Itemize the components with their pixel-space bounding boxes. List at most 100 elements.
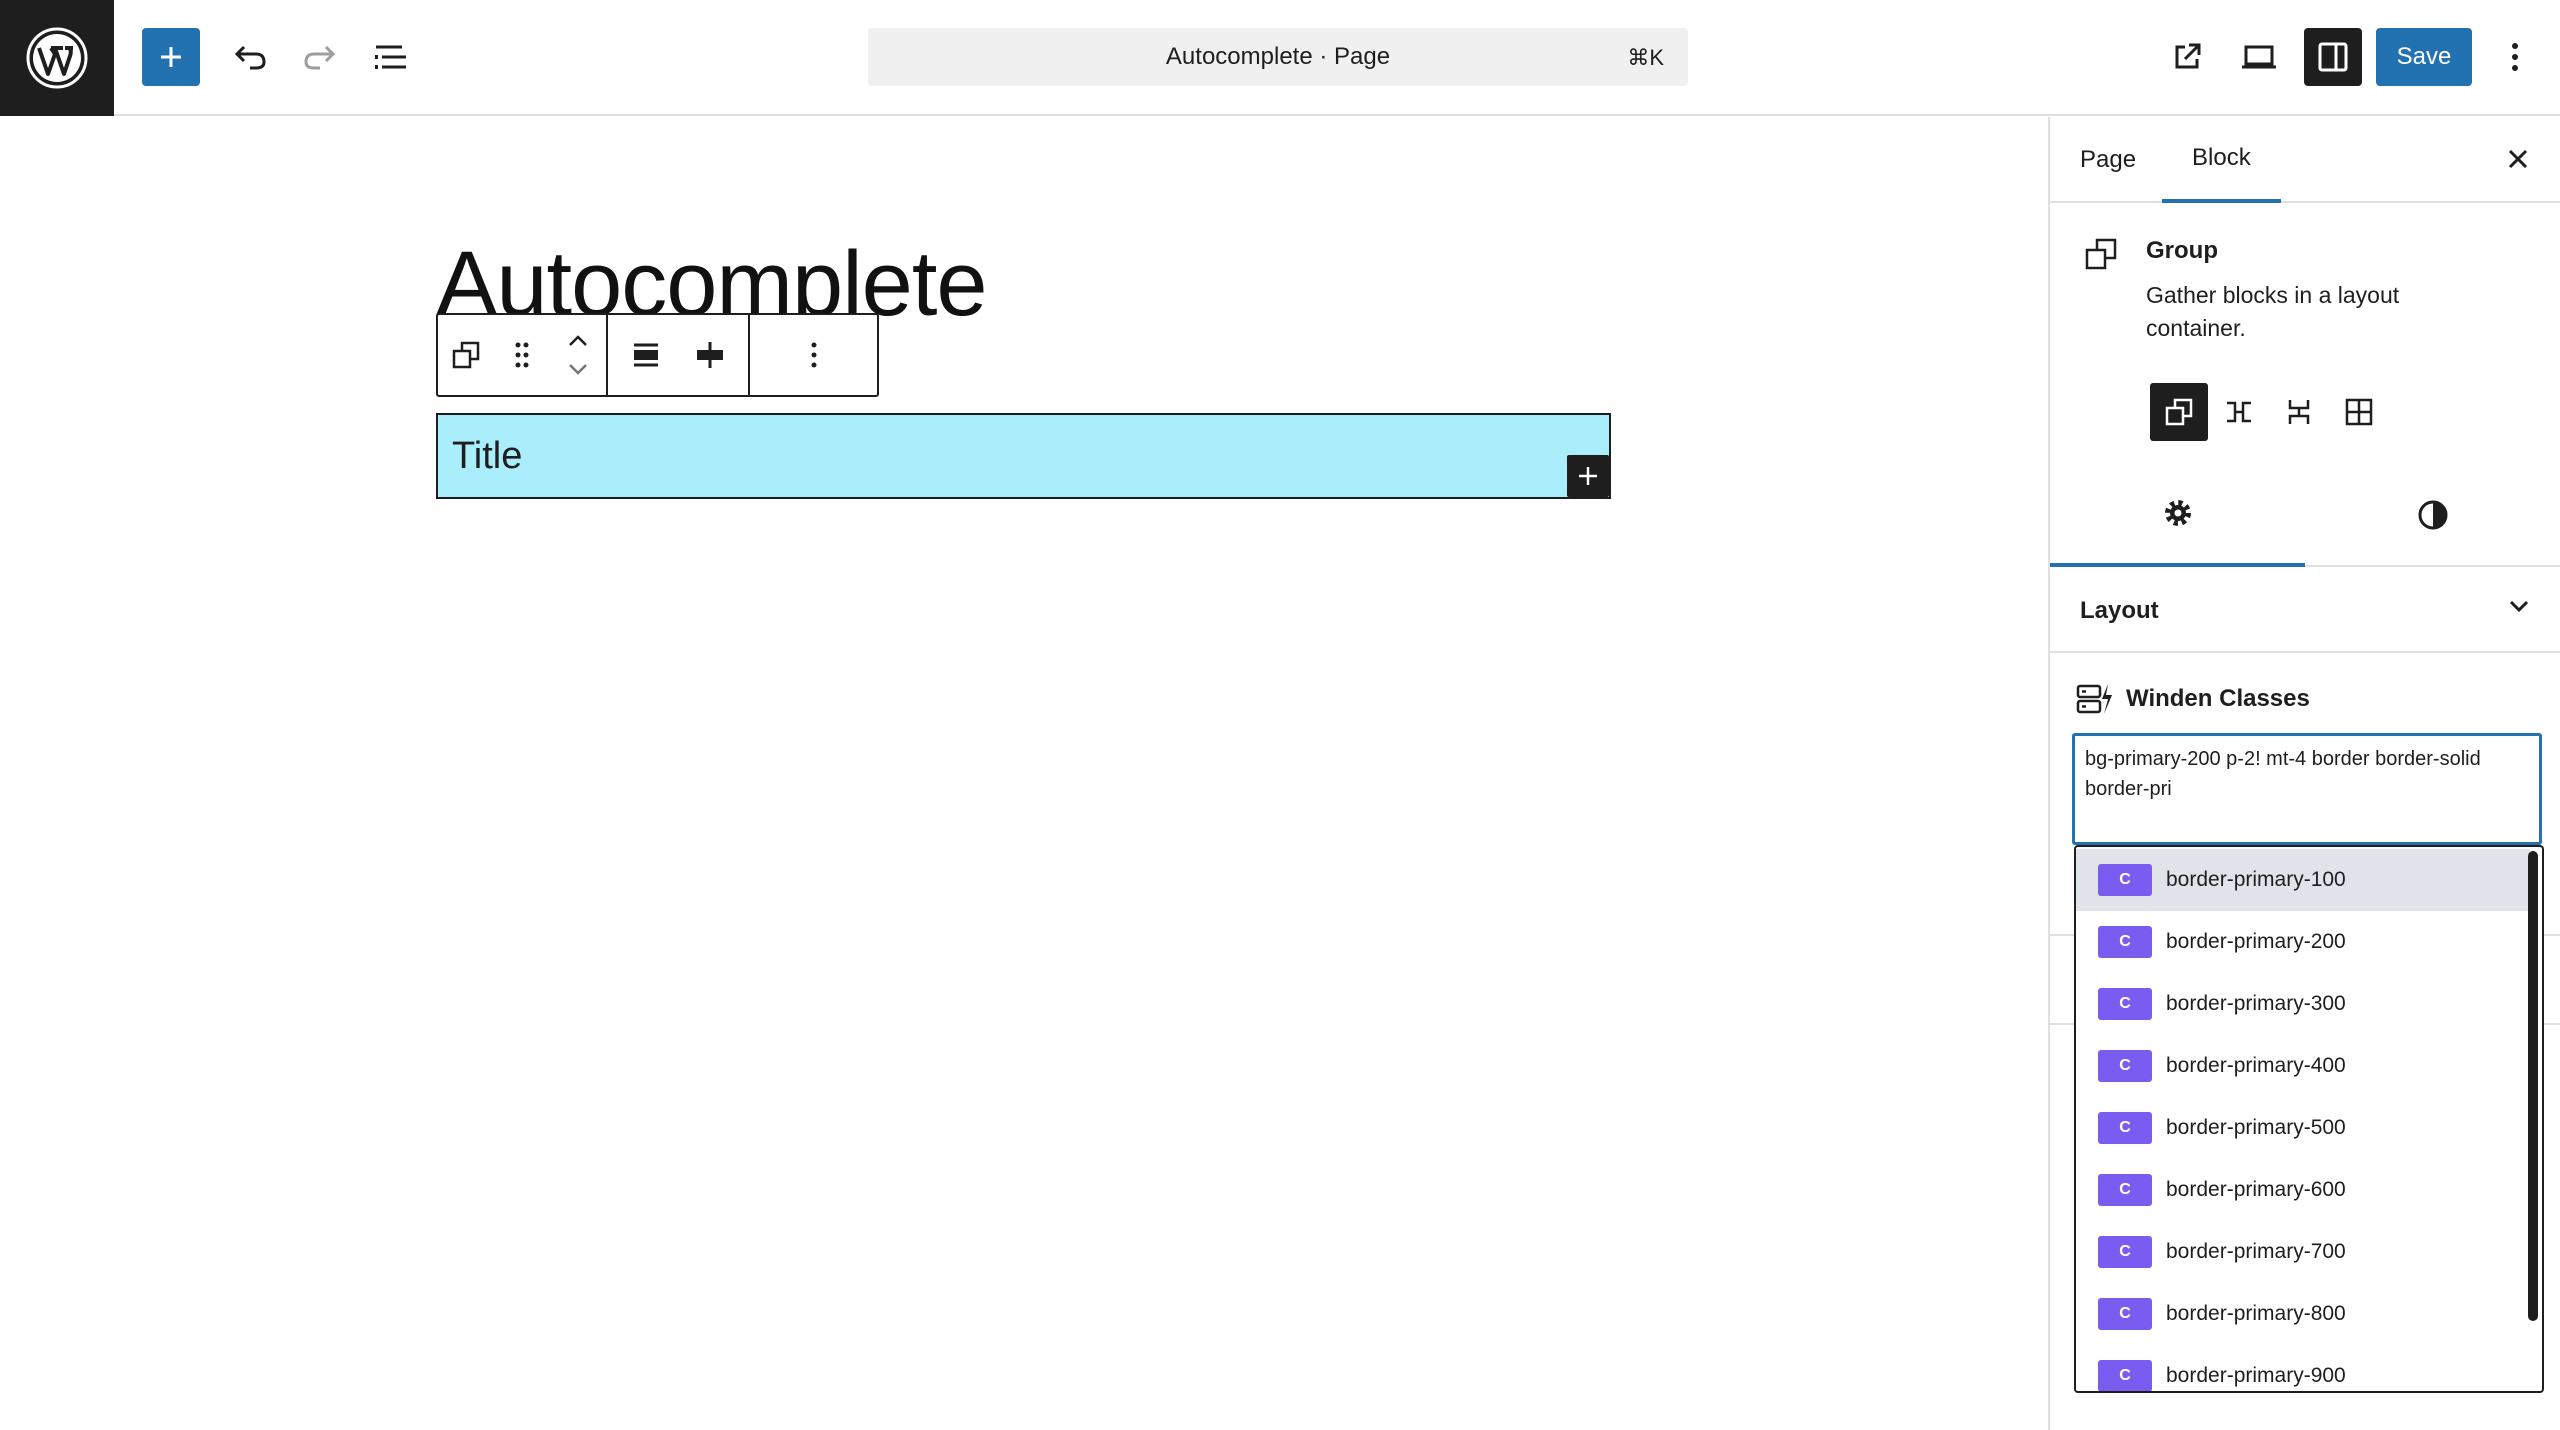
group-block[interactable]: Title — [436, 413, 1611, 499]
class-badge: C — [2098, 926, 2152, 958]
group-icon — [452, 341, 480, 369]
block-type-button[interactable] — [438, 315, 494, 395]
options-menu-button[interactable] — [2490, 28, 2540, 86]
autocomplete-option-label: border-primary-900 — [2166, 1364, 2346, 1387]
gear-icon — [2164, 500, 2191, 526]
winden-icon — [2076, 684, 2112, 714]
drag-handle[interactable] — [494, 315, 550, 395]
sidebar-tabs: Page Block — [2050, 117, 2560, 203]
autocomplete-option-label: border-primary-400 — [2166, 1054, 2346, 1077]
autocomplete-option[interactable]: C border-primary-100 — [2076, 849, 2530, 911]
autocomplete-option-label: border-primary-600 — [2166, 1178, 2346, 1201]
autocomplete-option[interactable]: C border-primary-500 — [2076, 1097, 2530, 1159]
more-vertical-icon — [2512, 43, 2518, 71]
autocomplete-option[interactable]: C border-primary-800 — [2076, 1283, 2530, 1345]
redo-icon — [304, 45, 336, 70]
justify-button[interactable] — [678, 315, 742, 395]
winden-classes-textarea[interactable]: bg-primary-200 p-2! mt-4 border border-s… — [2072, 733, 2542, 845]
group-icon — [2084, 237, 2118, 276]
block-card-title: Group — [2146, 237, 2218, 264]
redo-button[interactable] — [290, 28, 348, 86]
class-badge: C — [2098, 1112, 2152, 1144]
desktop-icon — [2242, 45, 2276, 69]
move-up-down-buttons[interactable] — [550, 315, 606, 395]
justify-center-icon — [697, 342, 723, 368]
variation-stack[interactable] — [2270, 383, 2328, 441]
plus-icon — [161, 47, 181, 67]
row-icon — [2227, 401, 2251, 423]
autocomplete-option[interactable]: C border-primary-200 — [2076, 911, 2530, 973]
class-badge: C — [2098, 1236, 2152, 1268]
list-view-icon — [375, 45, 406, 69]
variation-row[interactable] — [2210, 383, 2268, 441]
close-icon — [2508, 149, 2528, 169]
device-preview-button[interactable] — [2230, 28, 2288, 86]
tab-settings[interactable] — [2050, 463, 2305, 567]
block-card-description: Gather blocks in a layout container. — [2146, 282, 2400, 341]
dropdown-scrollbar[interactable] — [2528, 851, 2538, 1321]
autocomplete-option-label: border-primary-700 — [2166, 1240, 2346, 1263]
editor-canvas: Autocomplete Title — [0, 117, 2048, 1430]
block-card: Group Gather blocks in a layout containe… — [2050, 203, 2560, 463]
wordpress-logo[interactable] — [0, 0, 114, 116]
class-badge: C — [2098, 988, 2152, 1020]
layout-panel[interactable]: Layout — [2050, 567, 2560, 653]
tab-block[interactable]: Block — [2162, 117, 2281, 203]
grid-icon — [2345, 398, 2373, 426]
group-inner-title[interactable]: Title — [452, 435, 522, 478]
variation-group[interactable] — [2150, 383, 2208, 441]
autocomplete-option-label: border-primary-100 — [2166, 868, 2346, 891]
class-badge: C — [2098, 1360, 2152, 1391]
save-button[interactable]: Save — [2376, 28, 2472, 86]
winden-label: Winden Classes — [2126, 685, 2310, 712]
class-badge: C — [2098, 1298, 2152, 1330]
block-appender-button[interactable] — [1567, 455, 1609, 497]
align-button[interactable] — [614, 315, 678, 395]
document-title: Autocomplete · Page — [1165, 43, 1391, 70]
undo-icon — [234, 45, 266, 70]
command-shortcut: ⌘K — [1627, 45, 1664, 70]
external-link-icon — [2175, 43, 2201, 69]
stack-icon — [2288, 400, 2310, 424]
layout-panel-title: Layout — [2080, 597, 2159, 624]
block-options-button[interactable] — [786, 315, 842, 395]
group-icon — [2165, 398, 2193, 426]
block-toolbar-group-options — [750, 315, 877, 395]
tab-styles[interactable] — [2305, 463, 2560, 567]
class-badge: C — [2098, 864, 2152, 896]
tab-page[interactable]: Page — [2050, 117, 2166, 203]
styles-icon — [2418, 500, 2447, 530]
more-vertical-icon — [811, 342, 816, 368]
autocomplete-option[interactable]: C border-primary-700 — [2076, 1221, 2530, 1283]
document-overview-button[interactable] — [362, 28, 420, 86]
plus-icon — [1579, 467, 1597, 485]
class-badge: C — [2098, 1050, 2152, 1082]
undo-button[interactable] — [222, 28, 280, 86]
view-page-button[interactable] — [2158, 28, 2216, 86]
drag-handle-icon — [515, 342, 529, 368]
variation-grid[interactable] — [2330, 383, 2388, 441]
autocomplete-option-label: border-primary-500 — [2166, 1116, 2346, 1139]
autocomplete-option-label: border-primary-200 — [2166, 930, 2346, 953]
autocomplete-option[interactable]: C border-primary-300 — [2076, 973, 2530, 1035]
autocomplete-option-label: border-primary-300 — [2166, 992, 2346, 1015]
inspector-tabs — [2050, 463, 2560, 567]
class-badge: C — [2098, 1174, 2152, 1206]
autocomplete-option[interactable]: C border-primary-400 — [2076, 1035, 2530, 1097]
block-toolbar — [436, 313, 879, 397]
winden-header: Winden Classes — [2076, 683, 2310, 715]
autocomplete-option[interactable]: C border-primary-900 — [2076, 1345, 2530, 1391]
autocomplete-option-label: border-primary-800 — [2166, 1302, 2346, 1325]
settings-toggle-button[interactable] — [2304, 28, 2362, 86]
block-inserter-button[interactable] — [142, 28, 200, 86]
autocomplete-option[interactable]: C border-primary-600 — [2076, 1159, 2530, 1221]
align-wide-icon — [634, 343, 658, 367]
command-palette-trigger[interactable]: Autocomplete · Page ⌘K — [868, 28, 1688, 86]
chevron-up-down-icon — [569, 335, 587, 375]
autocomplete-dropdown: C border-primary-100 C border-primary-20… — [2074, 845, 2544, 1393]
block-toolbar-group-move — [438, 315, 608, 395]
close-sidebar-button[interactable] — [2498, 139, 2538, 179]
editor-top-bar: Autocomplete · Page ⌘K Save — [0, 0, 2560, 116]
chevron-down-icon — [2508, 599, 2530, 618]
block-toolbar-group-align — [608, 315, 750, 395]
